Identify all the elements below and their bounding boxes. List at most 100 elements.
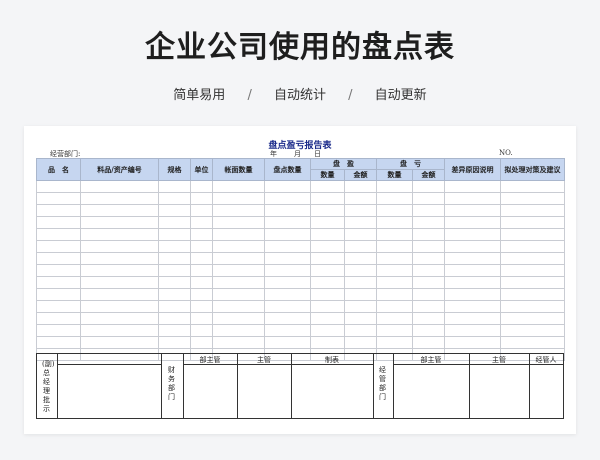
table-cell[interactable] (310, 204, 345, 217)
table-cell[interactable] (158, 228, 191, 241)
table-cell[interactable] (36, 252, 81, 265)
table-cell[interactable] (412, 204, 445, 217)
table-cell[interactable] (412, 276, 445, 289)
table-cell[interactable] (190, 312, 213, 325)
table-cell[interactable] (376, 324, 413, 337)
table-cell[interactable] (444, 312, 501, 325)
table-cell[interactable] (264, 288, 311, 301)
table-cell[interactable] (310, 336, 345, 349)
table-cell[interactable] (310, 276, 345, 289)
table-cell[interactable] (36, 300, 81, 313)
table-cell[interactable] (80, 288, 159, 301)
table-cell[interactable] (310, 240, 345, 253)
table-cell[interactable] (190, 216, 213, 229)
table-cell[interactable] (190, 192, 213, 205)
table-cell[interactable] (80, 264, 159, 277)
table-cell[interactable] (376, 180, 413, 193)
table-cell[interactable] (376, 228, 413, 241)
table-cell[interactable] (80, 192, 159, 205)
table-cell[interactable] (500, 324, 565, 337)
table-cell[interactable] (310, 192, 345, 205)
table-cell[interactable] (500, 216, 565, 229)
table-cell[interactable] (376, 240, 413, 253)
table-cell[interactable] (376, 204, 413, 217)
table-cell[interactable] (500, 252, 565, 265)
table-cell[interactable] (190, 324, 213, 337)
table-cell[interactable] (344, 300, 377, 313)
table-cell[interactable] (190, 288, 213, 301)
table-cell[interactable] (344, 324, 377, 337)
table-cell[interactable] (500, 288, 565, 301)
table-cell[interactable] (500, 228, 565, 241)
table-cell[interactable] (344, 288, 377, 301)
table-cell[interactable] (444, 204, 501, 217)
table-cell[interactable] (412, 336, 445, 349)
table-cell[interactable] (412, 180, 445, 193)
table-cell[interactable] (412, 240, 445, 253)
table-cell[interactable] (36, 216, 81, 229)
table-cell[interactable] (344, 228, 377, 241)
table-cell[interactable] (36, 336, 81, 349)
table-cell[interactable] (80, 180, 159, 193)
table-cell[interactable] (444, 300, 501, 313)
table-cell[interactable] (376, 264, 413, 277)
table-cell[interactable] (412, 216, 445, 229)
table-cell[interactable] (212, 228, 265, 241)
table-cell[interactable] (376, 288, 413, 301)
table-cell[interactable] (500, 276, 565, 289)
table-cell[interactable] (444, 240, 501, 253)
table-cell[interactable] (500, 204, 565, 217)
table-cell[interactable] (376, 252, 413, 265)
table-cell[interactable] (376, 312, 413, 325)
table-cell[interactable] (36, 180, 81, 193)
table-cell[interactable] (36, 324, 81, 337)
table-cell[interactable] (412, 228, 445, 241)
table-cell[interactable] (264, 252, 311, 265)
table-cell[interactable] (80, 204, 159, 217)
table-cell[interactable] (412, 324, 445, 337)
table-cell[interactable] (80, 300, 159, 313)
table-cell[interactable] (212, 324, 265, 337)
table-cell[interactable] (344, 216, 377, 229)
table-cell[interactable] (212, 276, 265, 289)
table-cell[interactable] (36, 264, 81, 277)
table-cell[interactable] (376, 300, 413, 313)
table-cell[interactable] (158, 300, 191, 313)
table-cell[interactable] (264, 312, 311, 325)
table-cell[interactable] (310, 300, 345, 313)
table-cell[interactable] (36, 228, 81, 241)
table-cell[interactable] (444, 264, 501, 277)
table-cell[interactable] (310, 252, 345, 265)
table-cell[interactable] (80, 336, 159, 349)
table-cell[interactable] (444, 276, 501, 289)
table-cell[interactable] (344, 264, 377, 277)
table-cell[interactable] (158, 204, 191, 217)
table-cell[interactable] (500, 192, 565, 205)
table-cell[interactable] (212, 204, 265, 217)
table-cell[interactable] (310, 288, 345, 301)
table-cell[interactable] (212, 336, 265, 349)
table-cell[interactable] (212, 240, 265, 253)
table-cell[interactable] (212, 312, 265, 325)
table-cell[interactable] (444, 252, 501, 265)
table-cell[interactable] (444, 216, 501, 229)
table-cell[interactable] (444, 288, 501, 301)
table-cell[interactable] (190, 252, 213, 265)
table-cell[interactable] (36, 312, 81, 325)
table-cell[interactable] (444, 336, 501, 349)
table-cell[interactable] (158, 252, 191, 265)
table-cell[interactable] (36, 288, 81, 301)
table-cell[interactable] (344, 252, 377, 265)
table-cell[interactable] (212, 192, 265, 205)
table-cell[interactable] (310, 216, 345, 229)
table-cell[interactable] (264, 324, 311, 337)
table-cell[interactable] (80, 312, 159, 325)
table-cell[interactable] (36, 240, 81, 253)
table-cell[interactable] (190, 204, 213, 217)
table-cell[interactable] (158, 192, 191, 205)
table-cell[interactable] (310, 180, 345, 193)
table-cell[interactable] (158, 312, 191, 325)
table-cell[interactable] (344, 312, 377, 325)
table-cell[interactable] (344, 240, 377, 253)
table-cell[interactable] (80, 324, 159, 337)
